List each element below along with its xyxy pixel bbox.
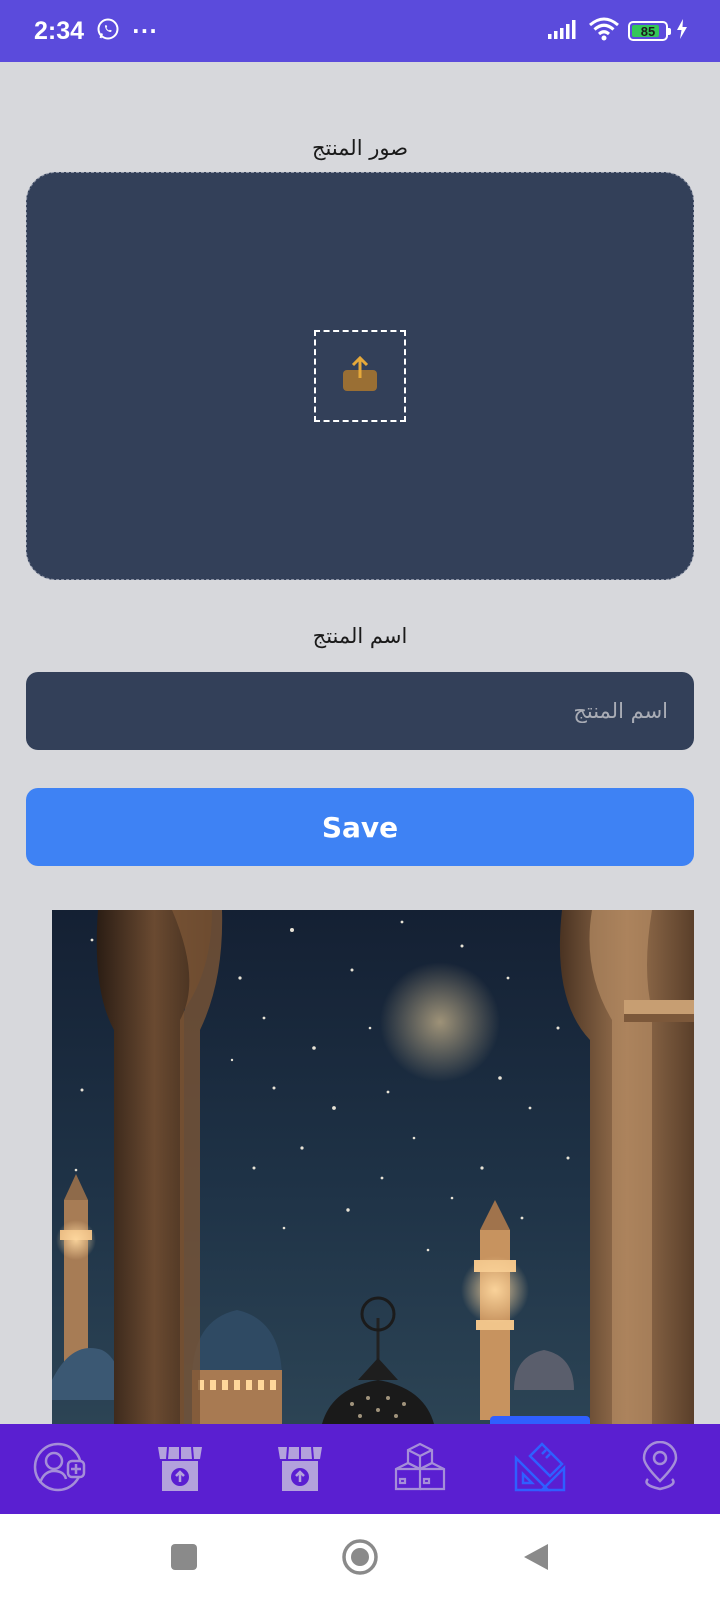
ramadan-banner-image <box>52 910 694 1424</box>
upload-target[interactable] <box>314 330 406 422</box>
nav-item-inventory[interactable] <box>370 1424 470 1514</box>
location-pin-icon <box>638 1440 682 1497</box>
back-button[interactable] <box>511 1532 561 1582</box>
product-name-field[interactable] <box>26 672 694 750</box>
product-name-input[interactable] <box>26 672 694 750</box>
nav-item-store-upload-2[interactable] <box>250 1424 350 1514</box>
battery-cap <box>668 28 671 35</box>
image-upload-area[interactable] <box>26 172 694 580</box>
wifi-icon <box>588 17 620 45</box>
status-left: 2:34 ··· <box>34 17 158 46</box>
save-button[interactable]: Save <box>26 788 694 866</box>
active-tab-indicator <box>490 1416 590 1424</box>
nav-item-design[interactable] <box>490 1424 590 1514</box>
home-button[interactable] <box>335 1532 385 1582</box>
whatsapp-icon <box>96 17 120 45</box>
store-upload-icon <box>276 1441 324 1497</box>
system-navigation-bar <box>0 1514 720 1600</box>
charging-icon <box>676 19 688 43</box>
nav-item-add-user[interactable] <box>10 1424 110 1514</box>
bottom-navigation <box>0 1416 720 1514</box>
status-right: 85 <box>548 17 688 45</box>
store-upload-icon <box>156 1441 204 1497</box>
product-images-label: صور المنتج <box>311 136 409 160</box>
battery-icon: 85 <box>628 21 671 41</box>
signal-icon <box>548 19 580 43</box>
status-bar: 2:34 ··· 85 <box>0 0 720 62</box>
boxes-icon <box>392 1441 448 1497</box>
battery-level: 85 <box>640 23 656 39</box>
product-name-label: اسم المنتج <box>312 624 408 648</box>
nav-item-location[interactable] <box>610 1424 710 1514</box>
user-add-icon <box>32 1441 88 1497</box>
status-time: 2:34 <box>34 16 85 45</box>
more-notifications-icon: ··· <box>132 19 158 43</box>
nav-item-store-upload-1[interactable] <box>130 1424 230 1514</box>
design-tools-icon <box>512 1440 568 1498</box>
recent-apps-button[interactable] <box>159 1532 209 1582</box>
upload-icon <box>340 354 380 398</box>
